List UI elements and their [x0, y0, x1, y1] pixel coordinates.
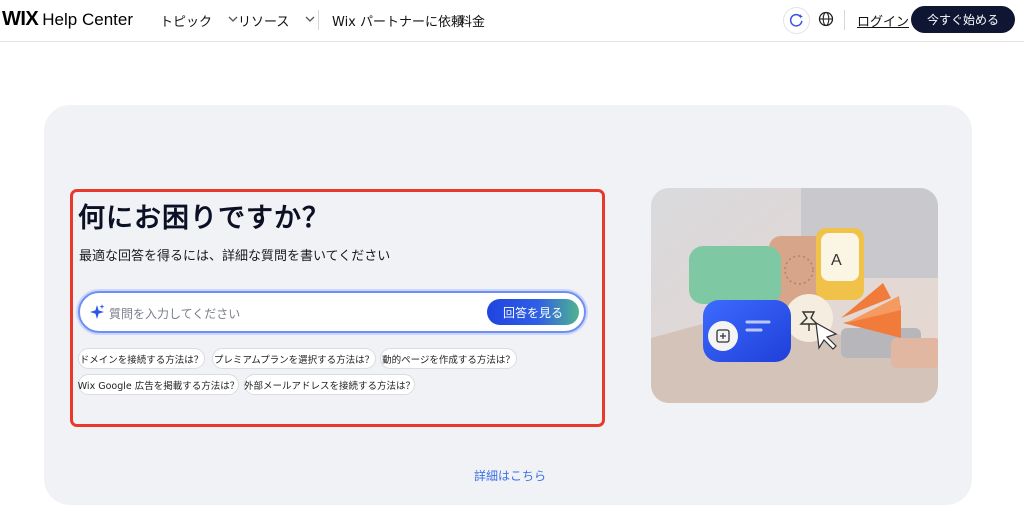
ai-assistant-button[interactable] [783, 7, 810, 34]
suggestion-chip[interactable]: Wix Google 広告を掲載する方法は？ [78, 374, 239, 395]
nav-resources-label: リソース [238, 15, 290, 30]
hero-illustration: A [651, 188, 938, 403]
page-title: 何にお困りですか？ [78, 203, 330, 234]
suggestion-chip[interactable]: 外部メールアドレスを接続する方法は？ [244, 374, 415, 395]
login-link[interactable]: ログイン [857, 11, 909, 30]
suggestion-chip[interactable]: ドメインを接続する方法は？ [78, 348, 205, 369]
suggestion-chip[interactable]: 動的ページを作成する方法は？ [380, 348, 517, 369]
page-subtitle: 最適な回答を得るには、詳細な質問を書いてください [79, 249, 391, 264]
pricing-link[interactable]: 料金 [459, 11, 485, 30]
header-divider [844, 10, 845, 30]
top-header: WIX Help Center トピック リソース Wix パートナーに依頼 料… [0, 0, 1024, 42]
partner-link[interactable]: Wix パートナーに依頼 [332, 11, 464, 30]
svg-text:A: A [831, 252, 842, 269]
wix-help-center-logo[interactable]: WIX Help Center [2, 8, 133, 31]
globe-icon[interactable] [817, 10, 835, 28]
question-search-bar[interactable]: 質問を入力してください 回答を見る [78, 291, 586, 333]
logo-help-center: Help Center [42, 10, 133, 29]
see-answer-button[interactable]: 回答を見る [487, 299, 579, 325]
ai-sparkle-icon [789, 13, 804, 27]
chevron-down-icon [228, 15, 238, 26]
get-started-button[interactable]: 今すぐ始める [911, 6, 1015, 33]
sparkle-icon [88, 303, 106, 321]
nav-topics-label: トピック [160, 15, 213, 30]
search-input[interactable]: 質問を入力してください [109, 305, 240, 322]
logo-wix: WIX [2, 8, 39, 30]
learn-more-link[interactable]: 詳細はこちら [474, 467, 546, 484]
chevron-down-icon [305, 15, 315, 26]
nav-divider [318, 10, 319, 30]
nav-topics[interactable]: トピック [160, 11, 238, 30]
suggestion-chip[interactable]: プレミアムプランを選択する方法は？ [212, 348, 376, 369]
nav-resources[interactable]: リソース [238, 11, 315, 30]
